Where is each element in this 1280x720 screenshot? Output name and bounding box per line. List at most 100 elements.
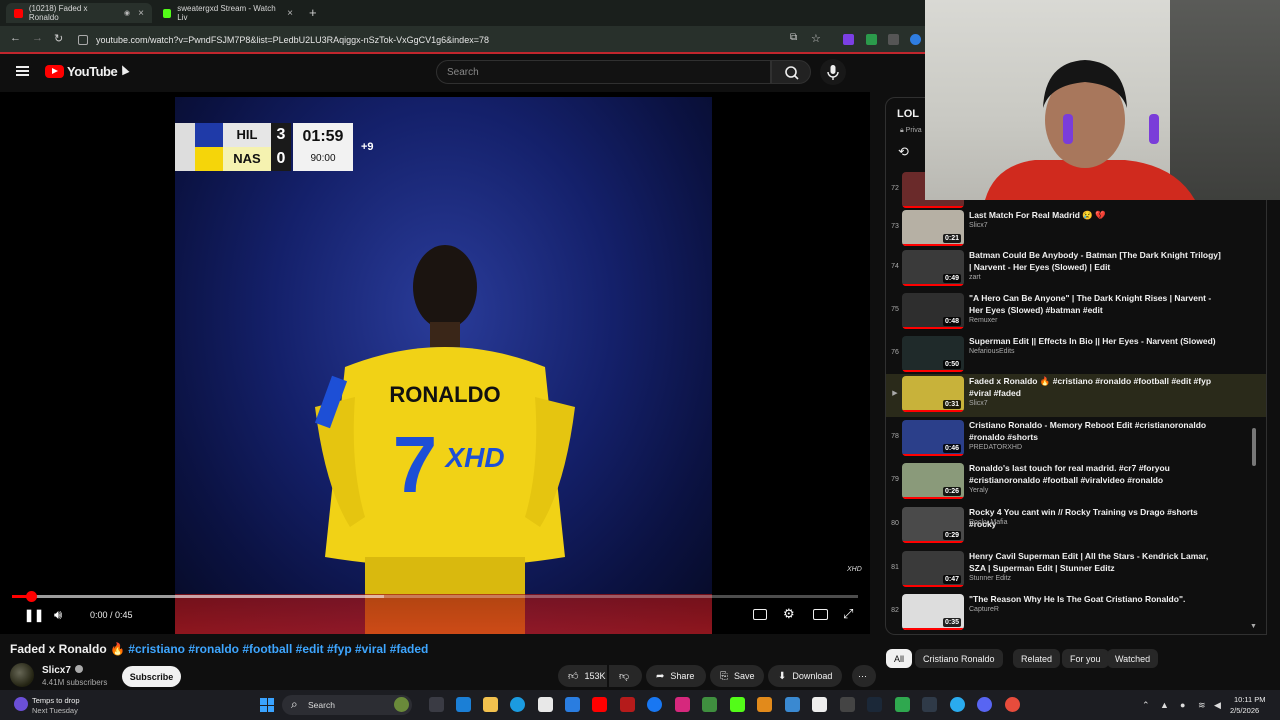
playlist-item-thumbnail[interactable]: 0:31 [902, 376, 964, 412]
playlist-item-channel[interactable]: Yeraly [969, 487, 988, 494]
playlist-item[interactable]: 79 0:26 Ronaldo's last touch for real madr… [886, 461, 1266, 504]
playlist-item-title[interactable]: Henry Cavil Superman Edit | All the Star… [969, 550, 1224, 574]
menu-icon[interactable] [16, 66, 29, 76]
store-icon[interactable] [538, 697, 553, 712]
miniplayer-icon[interactable] [813, 609, 828, 620]
playlist-scrollbar[interactable] [1252, 428, 1256, 466]
playlist-item[interactable]: 76 0:50 Superman Edit || Effects In Bio ||… [886, 334, 1266, 377]
weather-widget-icon[interactable] [14, 697, 28, 711]
reload-icon[interactable]: ↻ [54, 32, 63, 45]
volume-tray-icon[interactable]: ◀ [1214, 700, 1221, 711]
download-button[interactable]: ⬇ Download [768, 665, 842, 687]
extension-k-icon[interactable] [843, 34, 854, 45]
chip-cristiano-ronaldo[interactable]: Cristiano Ronaldo [915, 649, 1003, 668]
playlist-item-title[interactable]: Cristiano Ronaldo - Memory Reboot Edit #… [969, 419, 1224, 443]
playlist-item-thumbnail[interactable]: 0:26 [902, 463, 964, 499]
search-button[interactable] [771, 60, 811, 84]
playlist-item-title[interactable]: "A Hero Can Be Anyone" | The Dark Knight… [969, 292, 1224, 316]
install-icon[interactable]: ⧉ [790, 32, 797, 43]
audio-icon[interactable]: ◉ [124, 9, 130, 17]
close-tab-icon[interactable]: × [287, 8, 293, 19]
chip-related[interactable]: Related [1013, 649, 1061, 668]
clock-date[interactable]: 2/5/2026 [1230, 706, 1259, 715]
extension-gray-icon[interactable] [888, 34, 899, 45]
playlist-item-channel[interactable]: Stunner Editz [969, 575, 1011, 582]
app-blue-icon[interactable] [785, 697, 800, 712]
epic-games-icon[interactable] [922, 697, 937, 712]
steam-icon[interactable] [867, 697, 882, 712]
save-button[interactable]: ⎘ Save [710, 665, 764, 687]
playlist-item-title[interactable]: Batman Could Be Anybody - Batman [The Da… [969, 249, 1224, 273]
task-view-icon[interactable] [429, 697, 444, 712]
playlist-item-thumbnail[interactable]: 0:29 [902, 507, 964, 543]
mail-icon[interactable] [565, 697, 580, 712]
chrome-icon[interactable] [1005, 697, 1020, 712]
network-off-icon[interactable]: ▲ [1160, 700, 1169, 710]
windows-start-icon[interactable] [260, 698, 274, 712]
new-tab-button[interactable]: + [309, 5, 317, 20]
extension-blue-icon[interactable] [910, 34, 921, 45]
playlist-item-title[interactable]: Faded x Ronaldo 🔥 #cristiano #ronaldo #f… [969, 375, 1224, 399]
playlist-item-channel[interactable]: NefariousEdits [969, 348, 1015, 355]
settings-gear-icon[interactable]: ⚙ [783, 606, 795, 622]
playlist-item-thumbnail[interactable]: 0:35 [902, 594, 964, 630]
progress-bar[interactable] [12, 591, 858, 602]
extension-green-icon[interactable] [866, 34, 877, 45]
channel-name-text[interactable]: Slicx7 [42, 665, 71, 676]
tab-youtube[interactable]: (10218) Faded x Ronaldo ◉ × [6, 3, 152, 23]
playlist-item-channel[interactable]: CaptureR [969, 606, 999, 613]
dislike-button[interactable]: 👎︎ [609, 665, 642, 687]
playlist-item-channel[interactable]: Slicx7 [969, 222, 988, 229]
playlist-item-title[interactable]: Ronaldo's last touch for real madrid. #c… [969, 462, 1224, 486]
instagram-icon[interactable] [675, 697, 690, 712]
subscribe-button[interactable]: Subscribe [122, 666, 181, 687]
playlist-item-title[interactable]: Last Match For Real Madrid 😢 💔 [969, 209, 1224, 221]
scroll-down-icon[interactable]: ▼ [1250, 623, 1257, 630]
forward-icon[interactable]: → [32, 32, 43, 44]
app-green-icon[interactable] [702, 697, 717, 712]
more-actions-button[interactable]: ⋯ [852, 665, 876, 687]
weather-text-line2[interactable]: Next Tuesday [32, 706, 78, 715]
youtube-app-icon[interactable] [592, 697, 607, 712]
chip-watched[interactable]: Watched [1107, 649, 1159, 668]
kick-app-icon[interactable] [730, 697, 745, 712]
facebook-icon[interactable] [647, 697, 662, 712]
address-bar[interactable]: youtube.com/watch?v=PwndFSJM7P8&list=PLe… [78, 30, 838, 50]
voice-search-button[interactable] [820, 59, 846, 85]
back-icon[interactable]: ← [10, 32, 21, 44]
playlist-item[interactable]: 74 0:49 Batman Could Be Anybody - Batman [… [886, 248, 1266, 291]
playlist-item-thumbnail[interactable]: 0:46 [902, 420, 964, 456]
edge-icon[interactable] [510, 697, 525, 712]
playlist-item-channel[interactable]: Remuxer [969, 317, 997, 324]
microphone-tray-icon[interactable]: ● [1180, 700, 1185, 710]
playlist-item-thumbnail[interactable]: 0:49 [902, 250, 964, 286]
wifi-icon[interactable]: ≋ [1198, 700, 1206, 711]
pause-button[interactable]: ❚❚ [24, 608, 44, 622]
close-tab-icon[interactable]: × [138, 8, 144, 19]
playlist-item[interactable]: 81 0:47 Henry Cavil Superman Edit | All th… [886, 549, 1266, 592]
taskbar-search[interactable]: Search [282, 695, 412, 715]
captions-icon[interactable] [753, 609, 767, 620]
playlist-item-title[interactable]: Rocky 4 You cant win // Rocky Training v… [969, 506, 1224, 530]
playlist-item-channel[interactable]: Rocky Mafia [969, 519, 1008, 526]
search-highlight-icon[interactable] [394, 697, 409, 712]
playlist-item-channel[interactable]: zart [969, 274, 981, 281]
avatar[interactable] [10, 663, 34, 687]
copilot-icon[interactable] [456, 697, 471, 712]
video-hashtags[interactable]: #cristiano #ronaldo #football #edit #fyp… [128, 642, 428, 656]
playlist-item[interactable]: 73 0:21 Last Match For Real Madrid 😢 💔 Slic… [886, 208, 1266, 251]
clock-time[interactable]: 10:11 PM [1234, 695, 1266, 704]
search-input[interactable]: Search [436, 60, 771, 84]
playlist-item-channel[interactable]: PREDATORXHD [969, 444, 1022, 451]
chip-for-you[interactable]: For you [1062, 649, 1109, 668]
capcut-icon[interactable] [840, 697, 855, 712]
playlist-item-channel[interactable]: Slicx7 [969, 400, 988, 407]
file-explorer-icon[interactable] [483, 697, 498, 712]
youtube-logo[interactable]: YouTube [45, 64, 118, 79]
tiktok-icon[interactable] [812, 697, 827, 712]
volume-icon[interactable]: 🔊︎ [54, 607, 62, 623]
playlist-item-current[interactable]: ▶ 0:31 Faded x Ronaldo 🔥 #cristiano #ronal… [886, 374, 1266, 417]
video-frame[interactable]: RONALDO 7 XHD [175, 97, 712, 634]
app-red-icon[interactable] [620, 697, 635, 712]
playlist-item[interactable]: 75 0:48 "A Hero Can Be Anyone" | The Dark … [886, 291, 1266, 334]
